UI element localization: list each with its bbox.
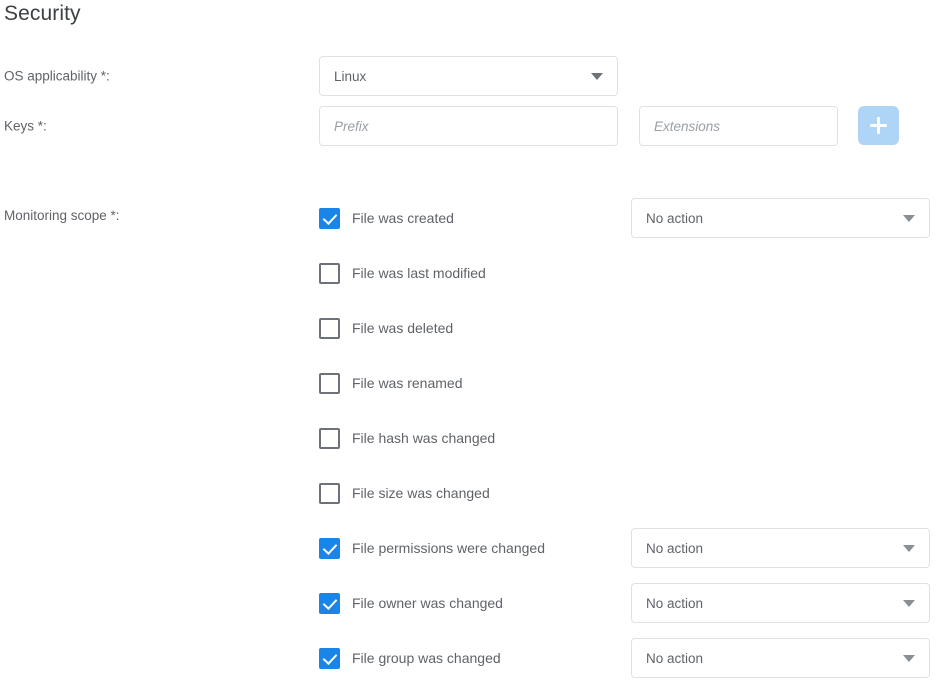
- monitoring-scope-row: File owner was changed No action: [0, 583, 947, 623]
- monitoring-scope-action-select[interactable]: No action: [631, 528, 930, 568]
- keys-label: Keys *:: [4, 119, 47, 134]
- checkbox-unchecked-icon[interactable]: [319, 483, 340, 504]
- checkbox-unchecked-icon[interactable]: [319, 318, 340, 339]
- keys-row: Keys *: Prefix Extensions: [0, 106, 947, 146]
- monitoring-scope-action-select[interactable]: No action: [631, 638, 930, 678]
- monitoring-scope-item-label: File was deleted: [352, 320, 453, 336]
- keys-extensions-placeholder: Extensions: [654, 119, 720, 134]
- monitoring-scope-action-value: No action: [646, 211, 703, 226]
- monitoring-scope-item-label: File was renamed: [352, 375, 463, 391]
- monitoring-scope-row: File hash was changed: [0, 418, 947, 458]
- chevron-down-icon: [903, 545, 915, 552]
- checkbox-checked-icon[interactable]: [319, 538, 340, 559]
- os-applicability-select[interactable]: Linux: [319, 56, 618, 96]
- monitoring-scope-checkbox-row[interactable]: File owner was changed: [319, 583, 503, 623]
- monitoring-scope-row: File was last modified: [0, 253, 947, 293]
- monitoring-scope-item-label: File was created: [352, 210, 454, 226]
- monitoring-scope-checkbox-row[interactable]: File was created: [319, 198, 454, 238]
- monitoring-scope-checkbox-row[interactable]: File was last modified: [319, 253, 486, 293]
- os-applicability-row: OS applicability *: Linux: [0, 56, 947, 96]
- keys-extensions-input[interactable]: Extensions: [639, 106, 838, 146]
- monitoring-scope-row: File size was changed: [0, 473, 947, 513]
- monitoring-scope-checkbox-row[interactable]: File hash was changed: [319, 418, 495, 458]
- monitoring-scope-item-label: File hash was changed: [352, 430, 495, 446]
- monitoring-scope-row: File was created No action: [0, 198, 947, 238]
- monitoring-scope-checkbox-row[interactable]: File group was changed: [319, 638, 501, 678]
- add-key-button[interactable]: [858, 106, 899, 145]
- plus-icon: [870, 117, 887, 134]
- monitoring-scope-checkbox-row[interactable]: File size was changed: [319, 473, 490, 513]
- monitoring-scope-checkbox-row[interactable]: File was renamed: [319, 363, 463, 403]
- os-applicability-label: OS applicability *:: [4, 69, 110, 84]
- monitoring-scope-action-select[interactable]: No action: [631, 583, 930, 623]
- monitoring-scope-row: File group was changed No action: [0, 638, 947, 678]
- monitoring-scope-item-label: File was last modified: [352, 265, 486, 281]
- monitoring-scope-checkbox-row[interactable]: File permissions were changed: [319, 528, 545, 568]
- monitoring-scope-item-label: File permissions were changed: [352, 540, 545, 556]
- chevron-down-icon: [903, 215, 915, 222]
- monitoring-scope-action-value: No action: [646, 651, 703, 666]
- checkbox-checked-icon[interactable]: [319, 648, 340, 669]
- monitoring-scope-item-label: File size was changed: [352, 485, 490, 501]
- chevron-down-icon: [903, 600, 915, 607]
- checkbox-unchecked-icon[interactable]: [319, 373, 340, 394]
- monitoring-scope-row: File was renamed: [0, 363, 947, 403]
- checkbox-unchecked-icon[interactable]: [319, 428, 340, 449]
- os-applicability-value: Linux: [334, 69, 366, 84]
- monitoring-scope-action-value: No action: [646, 596, 703, 611]
- checkbox-checked-icon[interactable]: [319, 208, 340, 229]
- keys-prefix-input[interactable]: Prefix: [319, 106, 618, 146]
- monitoring-scope-row: File was deleted: [0, 308, 947, 348]
- monitoring-scope-item-label: File owner was changed: [352, 595, 503, 611]
- checkbox-checked-icon[interactable]: [319, 593, 340, 614]
- monitoring-scope-item-label: File group was changed: [352, 650, 501, 666]
- monitoring-scope-action-select[interactable]: No action: [631, 198, 930, 238]
- chevron-down-icon: [903, 655, 915, 662]
- checkbox-unchecked-icon[interactable]: [319, 263, 340, 284]
- page-title: Security: [4, 2, 81, 26]
- monitoring-scope-action-value: No action: [646, 541, 703, 556]
- chevron-down-icon: [591, 73, 603, 80]
- keys-prefix-placeholder: Prefix: [334, 119, 369, 134]
- monitoring-scope-row: File permissions were changed No action: [0, 528, 947, 568]
- monitoring-scope-checkbox-row[interactable]: File was deleted: [319, 308, 453, 348]
